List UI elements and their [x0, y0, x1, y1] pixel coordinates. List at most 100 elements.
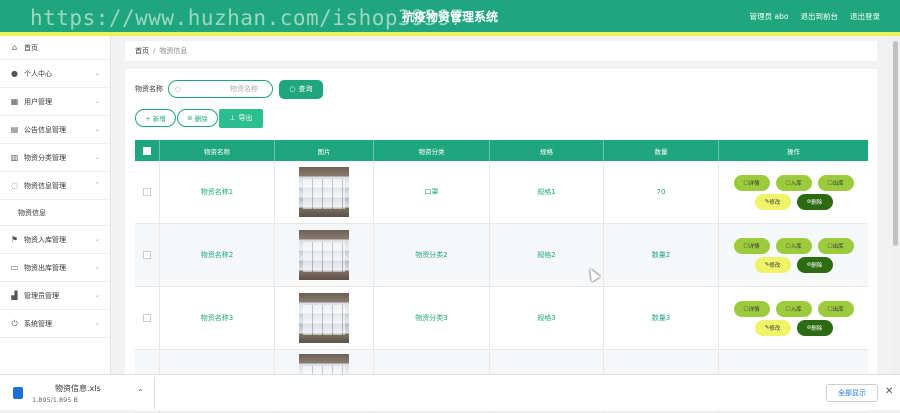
page-scrollbar[interactable]	[891, 36, 900, 374]
trash-icon: ⊜	[187, 114, 193, 122]
image-cell	[275, 287, 374, 349]
export-button[interactable]: ⊥ 导出	[219, 108, 263, 128]
add-button[interactable]: + 新增	[135, 109, 176, 127]
row-select-cell	[135, 287, 160, 349]
notice-icon: ▤	[10, 125, 19, 134]
sidebar-item-label: 物资信息管理	[24, 181, 66, 190]
chevron-down-icon: ⌄	[94, 291, 100, 299]
sidebar-item-inbound[interactable]: ⚑ 物资入库管理 ⌄	[0, 226, 110, 254]
material-name: 物资名称2	[160, 224, 275, 286]
column-header: 操作	[787, 147, 800, 156]
breadcrumb-home[interactable]: 首页	[135, 46, 149, 56]
chevron-down-icon: ⌄	[94, 69, 100, 77]
chevron-up-icon[interactable]: ⌃	[137, 388, 144, 397]
download-bar: 物资信息.xls 1.895/1.895 B ⌃ 全部显示 ✕	[0, 374, 900, 410]
detail-button[interactable]: ▢ 详情	[733, 300, 770, 317]
logout-link[interactable]: 退出登录	[850, 11, 880, 22]
material-spec: 规格2	[490, 224, 604, 286]
column-header: 数量	[604, 140, 719, 161]
row-select-cell	[135, 224, 160, 286]
show-all-button[interactable]: 全部显示	[826, 384, 878, 402]
sidebar-item-material-info[interactable]: ◌ 物资信息管理 ⌃	[0, 172, 110, 200]
admin-icon: ▟	[11, 291, 18, 300]
material-category: 物资分类3	[374, 287, 490, 349]
sidebar-item-label: 系统管理	[24, 319, 52, 328]
delete-button[interactable]: ⊜ 删除	[796, 319, 833, 336]
sidebar-item-outbound[interactable]: ▭ 物资出库管理 ⌄	[0, 254, 110, 282]
home-icon: ⌂	[11, 43, 18, 52]
current-user: 管理员 abo	[749, 12, 789, 21]
search-icon: ○	[289, 85, 296, 93]
scrollbar-thumb[interactable]	[893, 41, 898, 246]
batch-delete-button[interactable]: ⊜ 删除	[177, 109, 218, 127]
query-button[interactable]: ○ 查询	[279, 79, 323, 99]
detail-label: 详情	[748, 180, 760, 187]
flag-icon: ⚑	[10, 235, 19, 244]
row-checkbox[interactable]	[143, 251, 151, 259]
sidebar-subitem-material-info[interactable]: 物资信息	[0, 200, 110, 226]
inbound-button[interactable]: ▢ 入库	[775, 300, 812, 317]
sidebar: ⌂ 首页 ● 个人中心 ⌄ ▦ 用户管理 ⌄ ▤ 公告信息管理 ⌄ ▥ 物资分类…	[0, 36, 111, 374]
delete-label: 删除	[811, 325, 823, 332]
sidebar-item-profile[interactable]: ● 个人中心 ⌄	[0, 60, 110, 88]
breadcrumb-separator: /	[153, 47, 156, 55]
chevron-down-icon: ⌄	[94, 153, 100, 161]
power-icon: ⏻	[11, 318, 18, 328]
table-row: 物资名称2 物资分类2 规格2 数量2 ▢ 详情 ▢ 入库 ▢ 出库 ✎ 修改 …	[135, 224, 868, 287]
edit-button[interactable]: ✎ 修改	[754, 193, 791, 210]
chevron-up-icon: ⌃	[94, 181, 100, 189]
edit-label: 修改	[769, 262, 781, 269]
outbound-button[interactable]: ▢ 出库	[817, 300, 854, 317]
edit-label: 修改	[769, 325, 781, 332]
category-icon: ▥	[10, 153, 19, 162]
material-spec: 规格1	[490, 161, 604, 223]
row-operations: ▢ 详情 ▢ 入库 ▢ 出库 ✎ 修改 ⊜ 删除	[719, 161, 868, 223]
exit-to-front-link[interactable]: 退出到前台	[801, 11, 839, 22]
sidebar-item-notices[interactable]: ▤ 公告信息管理 ⌄	[0, 116, 110, 144]
material-quantity: 数量2	[604, 224, 719, 286]
sidebar-item-label: 管理员管理	[24, 291, 59, 300]
query-button-label: 查询	[298, 85, 313, 93]
outbound-button[interactable]: ▢ 出库	[817, 237, 854, 254]
material-spec: 规格3	[490, 287, 604, 349]
row-operations: ▢ 详情 ▢ 入库 ▢ 出库 ✎ 修改 ⊜ 删除	[719, 224, 868, 286]
detail-button[interactable]: ▢ 详情	[733, 174, 770, 191]
sidebar-item-category[interactable]: ▥ 物资分类管理 ⌄	[0, 144, 110, 172]
column-header: 图片	[275, 140, 374, 161]
sidebar-item-label: 物资出库管理	[24, 263, 66, 272]
row-checkbox[interactable]	[143, 314, 151, 322]
sidebar-item-label: 首页	[24, 43, 38, 52]
breadcrumb: 首页 / 物资信息	[125, 41, 877, 61]
export-icon: ⊥	[229, 114, 236, 122]
material-category: 物资分类2	[374, 224, 490, 286]
search-input[interactable]: ○ 物资名称	[168, 80, 273, 98]
close-icon[interactable]: ✕	[885, 386, 893, 397]
detail-button[interactable]: ▢ 详情	[733, 237, 770, 254]
download-size: 1.895/1.895 B	[32, 396, 78, 404]
sidebar-item-admins[interactable]: ▟ 管理员管理 ⌄	[0, 282, 110, 310]
sidebar-item-home[interactable]: ⌂ 首页	[0, 36, 110, 60]
row-select-cell	[135, 161, 160, 223]
select-all-checkbox[interactable]	[143, 146, 151, 155]
delete-button[interactable]: ⊜ 删除	[796, 256, 833, 273]
column-header: 物资名称	[160, 140, 275, 161]
inbound-button[interactable]: ▢ 入库	[775, 237, 812, 254]
delete-button[interactable]: ⊜ 删除	[796, 193, 833, 210]
chevron-down-icon: ⌄	[94, 235, 100, 243]
table-header: 物资名称 图片 物资分类 规格 数量 操作	[135, 140, 868, 161]
edit-label: 修改	[769, 199, 781, 206]
sidebar-item-system[interactable]: ⏻ 系统管理 ⌄	[0, 310, 110, 338]
edit-button[interactable]: ✎ 修改	[754, 256, 791, 273]
row-checkbox[interactable]	[143, 188, 151, 196]
sidebar-item-users[interactable]: ▦ 用户管理 ⌄	[0, 88, 110, 116]
outbound-button[interactable]: ▢ 出库	[817, 174, 854, 191]
table-row: 物资名称1 口罩 规格1 70 ▢ 详情 ▢ 入库 ▢ 出库 ✎ 修改 ⊜ 删除	[135, 161, 868, 224]
outbound-label: 出库	[832, 180, 844, 187]
inbound-button[interactable]: ▢ 入库	[775, 174, 812, 191]
detail-label: 详情	[748, 306, 760, 313]
download-filename[interactable]: 物资信息.xls	[55, 383, 101, 394]
edit-button[interactable]: ✎ 修改	[754, 319, 791, 336]
image-cell	[275, 224, 374, 286]
material-quantity: 数量3	[604, 287, 719, 349]
detail-label: 详情	[748, 243, 760, 250]
